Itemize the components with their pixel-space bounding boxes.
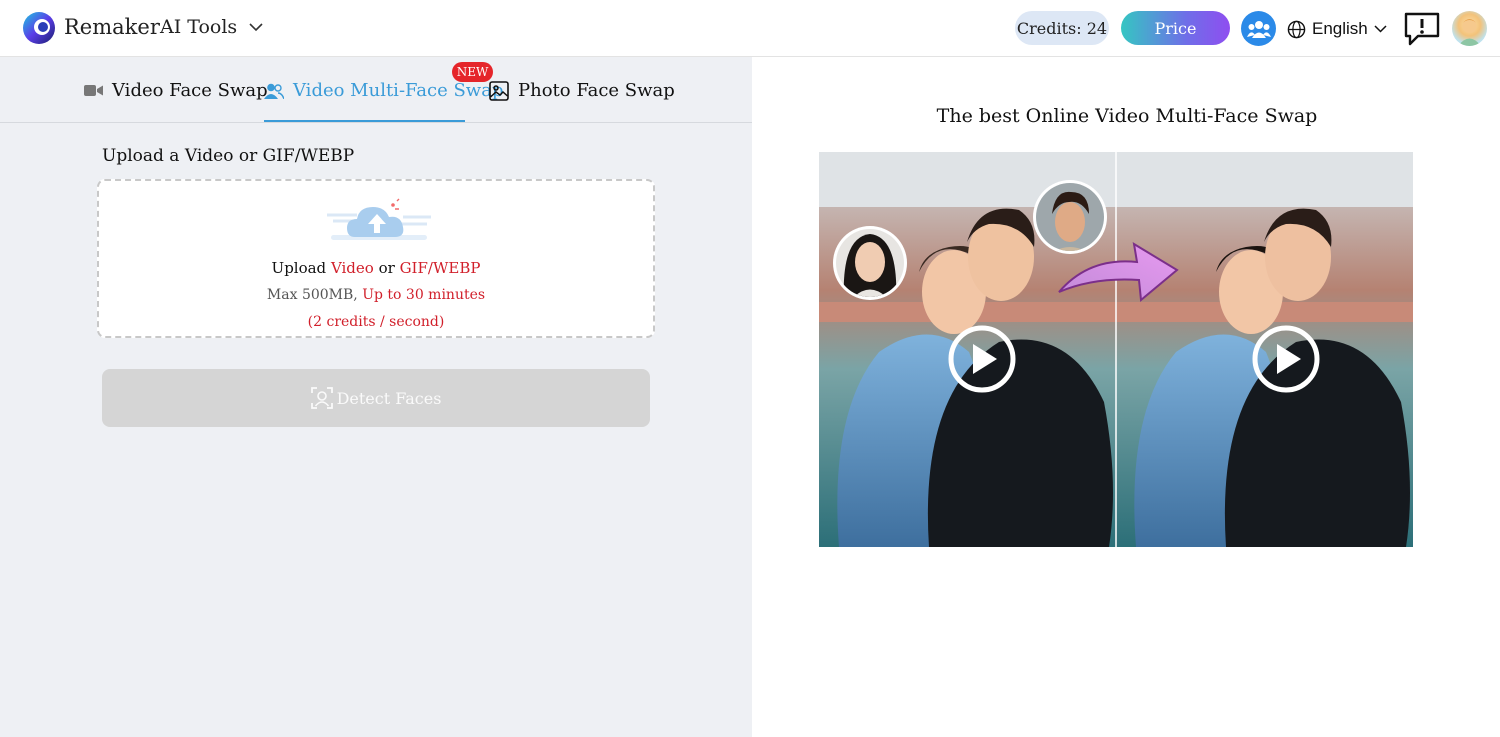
upload-instruction: Upload Video or GIF/WEBP	[99, 259, 653, 277]
separator-text: ,	[353, 287, 363, 303]
video-camera-icon	[84, 85, 103, 96]
language-selector[interactable]: English	[1287, 19, 1387, 39]
tab-label: Video Multi-Face Swap	[293, 80, 504, 101]
price-button[interactable]: Price	[1121, 11, 1230, 45]
ai-tools-menu[interactable]: AI Tools	[160, 16, 263, 38]
swapped-frame	[1116, 152, 1413, 547]
upload-dropzone[interactable]: Upload Video or GIF/WEBP Max 500MB, Up t…	[97, 179, 655, 338]
language-label: English	[1312, 19, 1368, 38]
duration-limit-text: Up to 30 minutes	[362, 287, 486, 303]
globe-icon	[1287, 20, 1306, 38]
users-icon	[264, 83, 284, 99]
preview-title: The best Online Video Multi-Face Swap	[936, 105, 1318, 127]
feedback-icon[interactable]	[1403, 11, 1441, 47]
brand-name[interactable]: Remaker	[64, 15, 160, 39]
avatar-image	[1458, 19, 1481, 46]
remaker-logo[interactable]	[22, 11, 56, 45]
tab-video-face-swap[interactable]: Video Face Swap	[84, 80, 268, 101]
top-header: Remaker AI Tools Credits: 24 Price Engli…	[0, 0, 1500, 57]
video-format-text: Video	[330, 259, 374, 277]
gif-format-text: GIF/WEBP	[399, 259, 481, 277]
or-text: or	[373, 259, 400, 277]
user-avatar[interactable]	[1452, 11, 1487, 46]
max-size-text: Max 500MB	[266, 287, 354, 303]
tab-video-multi-face-swap[interactable]: Video Multi-Face Swap	[264, 80, 503, 101]
chevron-down-icon	[249, 22, 263, 31]
credits-badge: Credits: 24	[1015, 11, 1109, 45]
users-group-icon	[1246, 20, 1271, 38]
ai-tools-label: AI Tools	[160, 16, 238, 38]
image-icon	[489, 80, 509, 101]
face-scan-icon	[310, 387, 333, 409]
tab-bar: Video Face Swap Video Multi-Face Swap NE…	[0, 57, 752, 123]
new-badge: NEW	[452, 62, 493, 82]
chevron-down-icon	[1374, 25, 1387, 33]
upload-limits: Max 500MB, Up to 30 minutes	[99, 287, 653, 303]
demo-preview-image	[819, 152, 1413, 547]
credit-cost-text: (2 credits / second)	[307, 314, 445, 330]
tab-label: Video Face Swap	[112, 80, 268, 101]
active-tab-indicator	[264, 120, 465, 122]
detect-faces-button[interactable]: Detect Faces	[102, 369, 650, 427]
upload-prefix-text: Upload	[271, 259, 331, 277]
detect-faces-label: Detect Faces	[336, 388, 442, 408]
upload-title: Upload a Video or GIF/WEBP	[102, 146, 355, 166]
community-button[interactable]	[1241, 11, 1276, 46]
tab-photo-face-swap[interactable]: Photo Face Swap	[489, 80, 675, 101]
tab-label: Photo Face Swap	[518, 80, 675, 101]
left-panel: Video Face Swap Video Multi-Face Swap NE…	[0, 57, 752, 737]
cloud-upload-icon	[327, 198, 431, 240]
